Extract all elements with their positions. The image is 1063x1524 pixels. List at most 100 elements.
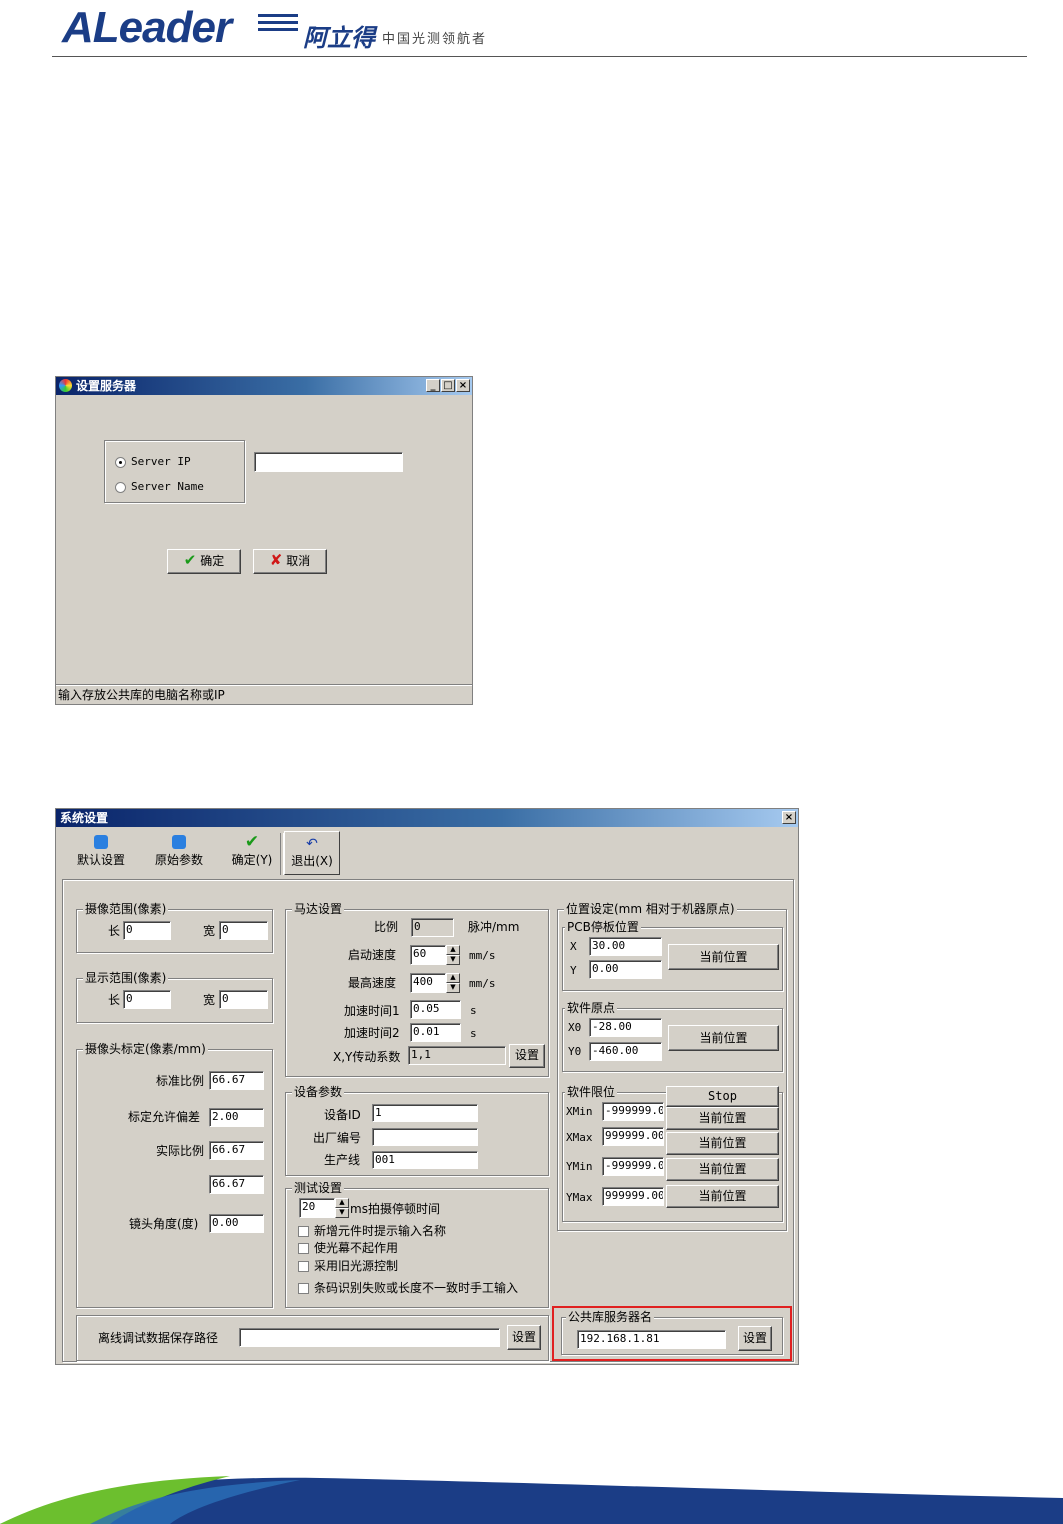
light-curtain-checkbox[interactable]: [298, 1243, 309, 1254]
accel-time2-label: 加速时间2: [344, 1026, 400, 1040]
xy-coef-input[interactable]: 1,1: [408, 1046, 506, 1065]
barcode-manual-checkbox[interactable]: [298, 1283, 309, 1294]
xmax-input[interactable]: 999999.00: [602, 1127, 664, 1146]
pcb-x-input[interactable]: 30.00: [589, 937, 662, 956]
light-curtain-label[interactable]: 使光幕不起作用: [314, 1240, 398, 1256]
accel-time1-input[interactable]: 0.05: [410, 1000, 461, 1019]
xmax-label: XMax: [566, 1131, 593, 1144]
capture-len-label: 长: [108, 924, 121, 938]
prompt-name-checkbox[interactable]: [298, 1226, 309, 1237]
check-icon: ✔: [244, 832, 260, 852]
minimize-icon[interactable]: _: [426, 379, 440, 392]
delay-label: ms拍摄停顿时间: [350, 1202, 440, 1216]
undo-icon: ↶: [306, 836, 318, 852]
capture-len-input[interactable]: 0: [123, 921, 171, 940]
y0-label: Y0: [568, 1045, 582, 1058]
std-ratio-label: 标准比例: [156, 1074, 205, 1088]
ymin-input[interactable]: -999999.0: [602, 1157, 664, 1176]
original-params-button[interactable]: 原始参数: [144, 831, 214, 875]
std-ratio-input[interactable]: 66.67: [209, 1071, 264, 1090]
max-speed-spinner[interactable]: ▲ ▼: [446, 973, 460, 993]
capture-width-input[interactable]: 0: [219, 921, 268, 940]
tolerance-input[interactable]: 2.00: [209, 1108, 264, 1127]
ymax-input[interactable]: 999999.00: [602, 1187, 664, 1206]
system-dialog-titlebar[interactable]: 系统设置 ×: [56, 809, 798, 827]
barcode-manual-label[interactable]: 条码识别失败或长度不一致时手工输入: [314, 1280, 518, 1296]
production-line-input[interactable]: 001: [372, 1151, 478, 1169]
xmin-current-pos-button[interactable]: 当前位置: [666, 1107, 779, 1130]
ymax-current-pos-button[interactable]: 当前位置: [666, 1185, 779, 1208]
server-name-label[interactable]: Server Name: [131, 479, 204, 495]
ymin-current-pos-button[interactable]: 当前位置: [666, 1158, 779, 1181]
default-settings-button[interactable]: 默认设置: [66, 831, 136, 875]
highlight-box: [552, 1306, 792, 1361]
delay-input[interactable]: 20: [299, 1198, 335, 1218]
offline-path-set-button[interactable]: 设置: [507, 1325, 541, 1350]
toolbar: 默认设置 原始参数 ✔ 确定(Y) ↶ 退出(X): [62, 831, 796, 877]
xmin-label: XMin: [566, 1105, 593, 1118]
xmax-current-pos-button[interactable]: 当前位置: [666, 1132, 779, 1155]
x0-input[interactable]: -28.00: [589, 1018, 662, 1037]
old-light-checkbox[interactable]: [298, 1261, 309, 1272]
brand-logo-text: ALeader: [62, 3, 232, 52]
lens-angle-label: 镜头角度(度): [129, 1217, 199, 1231]
actual-ratio-label: 实际比例: [156, 1144, 205, 1158]
accel-time1-label: 加速时间1: [344, 1004, 400, 1018]
serial-input[interactable]: [372, 1128, 478, 1146]
display-len-input[interactable]: 0: [123, 990, 171, 1009]
ratio-input[interactable]: 0: [411, 918, 454, 937]
accel-time2-input[interactable]: 0.01: [410, 1023, 461, 1042]
windows-icon: [172, 835, 186, 849]
prompt-name-label[interactable]: 新增元件时提示输入名称: [314, 1223, 446, 1239]
display-len-label: 长: [108, 993, 121, 1007]
pcb-current-pos-button[interactable]: 当前位置: [668, 944, 779, 970]
ratio-label: 比例: [374, 920, 399, 934]
origin-current-pos-button[interactable]: 当前位置: [668, 1025, 779, 1051]
ok-button-label: 确定: [200, 554, 225, 568]
xmin-input[interactable]: -999999.0: [602, 1102, 664, 1121]
server-name-radio[interactable]: [115, 482, 126, 493]
test-legend: 测试设置: [292, 1180, 345, 1196]
close-icon[interactable]: ×: [456, 379, 470, 392]
motor-legend: 马达设置: [292, 901, 345, 917]
confirm-button[interactable]: ✔ 确定(Y): [224, 831, 280, 875]
start-speed-label: 启动速度: [348, 948, 397, 962]
server-dialog-titlebar[interactable]: 设置服务器 _ □ ×: [56, 377, 472, 395]
device-id-input[interactable]: 1: [372, 1104, 478, 1122]
stop-button[interactable]: Stop: [666, 1086, 779, 1107]
actual-ratio-input[interactable]: 66.67: [209, 1141, 264, 1160]
pcb-y-label: Y: [570, 964, 577, 977]
y0-input[interactable]: -460.00: [589, 1042, 662, 1061]
serial-label: 出厂编号: [313, 1131, 362, 1145]
old-light-label[interactable]: 采用旧光源控制: [314, 1258, 398, 1274]
x0-label: X0: [568, 1021, 582, 1034]
xy-coef-set-button[interactable]: 设置: [509, 1044, 545, 1068]
start-speed-spinner[interactable]: ▲ ▼: [446, 945, 460, 965]
maximize-icon[interactable]: □: [441, 379, 455, 392]
actual-ratio-2-input[interactable]: 66.67: [209, 1175, 264, 1194]
offline-path-input[interactable]: [239, 1328, 500, 1347]
brand-logo-cn: 阿立得: [303, 24, 375, 52]
exit-button[interactable]: ↶ 退出(X): [284, 831, 340, 875]
ratio-unit: 脉冲/mm: [468, 920, 520, 934]
cancel-button[interactable]: ✘ 取消: [253, 549, 327, 574]
capture-range-legend: 摄像范围(像素): [83, 901, 169, 917]
toolbar-label: 默认设置: [76, 853, 125, 867]
server-ip-radio[interactable]: [115, 457, 126, 468]
display-width-input[interactable]: 0: [219, 990, 268, 1009]
camera-calib-legend: 摄像头标定(像素/mm): [83, 1041, 208, 1057]
server-address-input[interactable]: [254, 452, 403, 472]
server-dialog-title: 设置服务器: [76, 379, 137, 393]
production-line-label: 生产线: [324, 1153, 361, 1167]
start-speed-input[interactable]: 60: [410, 945, 446, 965]
delay-spinner[interactable]: ▲ ▼: [335, 1198, 349, 1218]
header-divider: [52, 56, 1027, 57]
server-ip-label[interactable]: Server IP: [131, 454, 191, 470]
close-icon[interactable]: ×: [782, 811, 796, 824]
max-speed-input[interactable]: 400: [410, 973, 446, 993]
status-text: 输入存放公共库的电脑名称或IP: [58, 688, 225, 702]
pcb-y-input[interactable]: 0.00: [589, 960, 662, 979]
lens-angle-input[interactable]: 0.00: [209, 1214, 264, 1233]
ok-button[interactable]: ✔ 确定: [167, 549, 241, 574]
cancel-button-label: 取消: [286, 554, 311, 568]
